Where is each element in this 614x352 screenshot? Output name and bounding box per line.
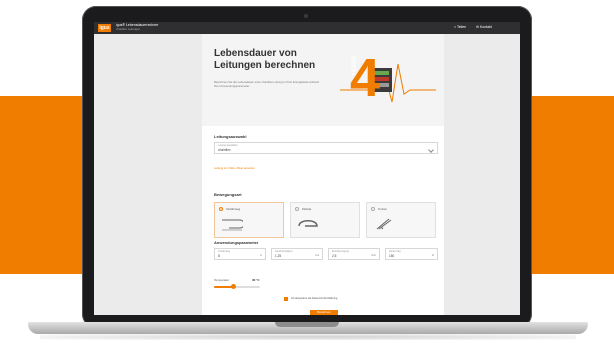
share-icon: < [454, 25, 457, 29]
cable-select-caption: Leitung auswählen [218, 144, 238, 147]
cable-section-label: Leitungsauswahl [214, 134, 247, 139]
temperature-slider-handle[interactable] [231, 284, 237, 289]
contact-label: Kontakt [479, 25, 492, 29]
cable-select-value: chainflex [218, 148, 231, 152]
motion-section-label: Bewegungsart [214, 192, 242, 197]
param-field-acceleration[interactable]: Beschleunigung 2,5 m/s² [328, 248, 380, 260]
consent-checkbox[interactable] [284, 297, 288, 301]
temperature-value: 30 °C [252, 278, 260, 282]
param-unit: m [259, 254, 262, 257]
param-caption: Verfahrweg [218, 250, 231, 253]
param-value: 8 [218, 254, 220, 258]
consent-text: Ich akzeptiere die Datenschutzerklärung [291, 297, 338, 300]
page-title: Lebensdauer von Leitungen berechnen [214, 48, 316, 71]
shop-link[interactable]: Leitung im Online-Shop ansehen [214, 166, 255, 170]
app-subtitle: chainflex Leitungen [116, 27, 141, 31]
param-value: 150 [389, 254, 395, 258]
motion-option-label: Verfahrweg [226, 207, 241, 211]
years-label: YEARS [352, 55, 358, 76]
param-value: 2,5 [332, 254, 337, 258]
temperature-label: Temperatur [214, 278, 230, 282]
param-field-travel[interactable]: Verfahrweg 8 m [214, 248, 266, 260]
calculate-button[interactable]: Berechnen [310, 310, 338, 315]
torsion-chain-icon [376, 218, 392, 230]
mail-icon: ✉ [476, 25, 479, 29]
laptop-shadow [40, 334, 576, 340]
contact-button[interactable]: ✉ Kontakt [476, 25, 492, 30]
cable-select[interactable]: Leitung auswählen chainflex [214, 142, 438, 154]
linear-chain-icon [222, 219, 243, 231]
param-unit: m/s² [370, 254, 376, 257]
radio-unselected[interactable] [295, 207, 299, 211]
brand-logo[interactable]: igus [98, 24, 111, 32]
circular-chain-icon [298, 220, 318, 227]
hero-section: Lebensdauer von Leitungen berechnen Bere… [202, 34, 444, 126]
radio-selected[interactable] [219, 207, 223, 211]
years-graphic: 4 YEARS [340, 48, 436, 114]
param-field-cycles[interactable]: Zyklen/Tag 150 /d [385, 248, 438, 260]
motion-option-label: Torsion [378, 207, 388, 211]
app-header: igus igus® Lebensdauerrechner chainflex … [94, 22, 520, 34]
camera-icon [304, 14, 308, 18]
chevron-down-icon [428, 147, 434, 153]
hero-description: Berechnen Sie die Lebensdauer einer chai… [214, 80, 319, 88]
motion-option-label: Zirkular [302, 207, 312, 211]
calculator-page: Lebensdauer von Leitungen berechnen Bere… [202, 34, 444, 315]
params-section-label: Anwendungsparameter [214, 240, 259, 245]
param-field-speed[interactable]: Geschwindigkeit 1,25 m/s [271, 248, 323, 260]
motion-option-linear[interactable]: Verfahrweg [214, 202, 284, 238]
radio-unselected[interactable] [371, 207, 375, 211]
motion-option-circular[interactable]: Zirkular [290, 202, 360, 238]
param-caption: Zyklen/Tag [389, 250, 401, 253]
laptop-notch [275, 322, 339, 327]
param-caption: Geschwindigkeit [275, 250, 293, 253]
share-label: Teilen [456, 25, 467, 29]
motion-option-torsion[interactable]: Torsion [366, 202, 436, 238]
param-unit: m/s [314, 254, 319, 257]
param-value: 1,25 [275, 254, 282, 258]
param-unit: /d [431, 254, 434, 257]
param-caption: Beschleunigung [332, 250, 350, 253]
laptop-screen: igus igus® Lebensdauerrechner chainflex … [94, 22, 520, 315]
share-button[interactable]: < Teilen [454, 25, 466, 30]
